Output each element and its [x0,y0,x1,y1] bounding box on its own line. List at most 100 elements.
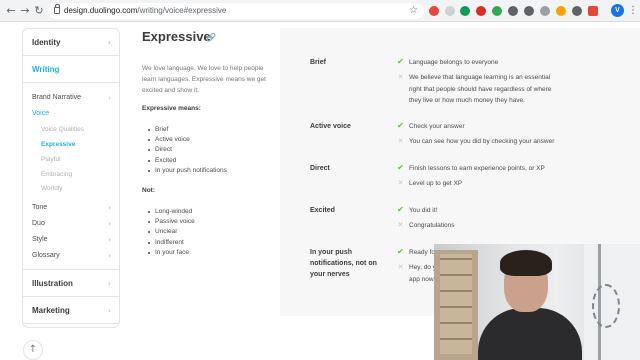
sidebar-section-label: Marketing [32,306,70,315]
extension-icon[interactable] [524,6,534,16]
sidebar-item-label: Tone [32,204,48,211]
example-text: Congratulations [409,222,455,229]
extension-icon[interactable] [429,6,439,16]
url-path: /writing/voice#expressive [137,6,227,15]
check-icon: ✔ [397,205,404,214]
list-item: Direct [148,145,227,155]
extension-icon[interactable] [572,6,582,16]
sidebar-item-brand-narrative[interactable]: Brand Narrative › [23,91,119,105]
extension-icon[interactable] [445,6,455,16]
sidebar-subitem-playful[interactable]: Playful [23,153,119,167]
means-list: Brief Active voice Direct Excited In you… [148,125,227,176]
sidebar-item-voice[interactable]: Voice [23,107,119,121]
sidebar-item-label: Voice [32,110,50,117]
list-item: Excited [148,156,227,166]
link-icon[interactable]: 🔗 [206,33,216,42]
list-item: In your face [148,248,195,258]
list-item: Passive voice [148,217,195,227]
sidebar-nav: Identity › Writing Brand Narrative › Voi… [22,28,120,328]
list-item: Indifferent [148,238,195,248]
sidebar-item-style[interactable]: Style › [23,233,119,247]
chevron-right-icon: › [108,204,111,212]
sidebar-item-label: Glossary [32,252,60,259]
webcam-person-hair [500,250,552,276]
sidebar-item-label: Duo [32,220,45,227]
browser-toolbar: ← → ↻ design.duolingo.com/writing/voice#… [0,0,640,22]
example-text: You did it! [409,207,438,214]
sidebar-item-tone[interactable]: Tone › [23,201,119,215]
sidebar-section-identity[interactable]: Identity › [23,29,119,56]
back-to-top-button[interactable]: ↑ [23,340,43,360]
back-button-icon[interactable]: ← [4,3,18,19]
page-title: Expressive [142,29,211,44]
extension-icon[interactable] [492,6,502,16]
chevron-right-icon: › [108,94,111,102]
sidebar-subitem-worldly[interactable]: Worldly [23,182,119,196]
example-text: Finish lessons to earn experience points… [409,165,545,172]
sidebar-subitem-label: Playful [41,156,61,163]
lock-icon [54,4,60,14]
extension-icon[interactable] [476,6,486,16]
check-icon: ✔ [397,163,404,172]
sidebar-subitem-label: Embracing [41,171,73,178]
example-text: Language belongs to everyone [409,59,499,66]
example-row-label: Excited [310,207,335,214]
example-row-label: Active voice [310,123,351,130]
sidebar-section-label: Writing [32,65,60,74]
cross-icon: ✕ [397,137,404,145]
browser-menu-icon[interactable]: ⋮ [628,3,638,19]
sidebar-subitem-label: Expressive [41,141,76,148]
webcam-overlay [434,244,640,360]
sidebar-subitem-expressive[interactable]: Expressive [23,138,119,152]
url-text: design.duolingo.com/writing/voice#expres… [64,3,226,19]
cross-icon: ✕ [397,179,404,187]
intro-paragraph: We love language. We love to help people… [142,65,266,94]
example-row-label: Direct [310,165,330,172]
webcam-window [434,250,478,360]
example-text: Check your answer [409,123,465,130]
chevron-right-icon: › [108,252,111,260]
profile-avatar[interactable]: V [611,4,624,17]
extension-icon[interactable] [540,6,550,16]
cross-icon: ✕ [397,73,404,81]
not-list: Long-winded Passive voice Unclear Indiff… [148,207,195,258]
sidebar-item-duo[interactable]: Duo › [23,217,119,231]
sidebar-item-glossary[interactable]: Glossary › [23,249,119,263]
means-heading: Expressive means: [142,105,201,112]
example-text: You can see how you did by checking your… [409,138,555,145]
sidebar-section-writing[interactable]: Writing [23,56,119,83]
sidebar-item-label: Style [32,236,48,243]
url-domain: design.duolingo.com [64,6,138,15]
sidebar-subitem-embracing[interactable]: Embracing [23,168,119,182]
list-item: Unclear [148,227,195,237]
reload-icon[interactable]: ↻ [32,3,46,19]
cross-icon: ✕ [397,221,404,229]
sidebar-subitem-label: Voice Qualities [41,126,84,133]
not-heading: Not: [142,187,155,194]
address-bar[interactable]: design.duolingo.com/writing/voice#expres… [48,3,424,19]
chevron-right-icon: › [107,279,111,288]
example-text: Level up to get XP [409,180,463,187]
check-icon: ✔ [397,247,404,256]
sidebar-subitem-label: Worldly [41,185,63,192]
chevron-right-icon: › [107,38,111,47]
puzzle-extensions-icon[interactable] [588,6,598,16]
sidebar-subitem-voice-qualities[interactable]: Voice Qualities [23,123,119,137]
chevron-right-icon: › [108,236,111,244]
cross-icon: ✕ [397,263,404,271]
extension-icon[interactable] [556,6,566,16]
extension-icon[interactable] [508,6,518,16]
extension-icon[interactable] [460,6,470,16]
forward-button-icon[interactable]: → [18,3,32,19]
sidebar-item-label: Brand Narrative [32,94,82,101]
example-text: Hey, do y app now. [409,264,436,283]
sidebar-section-label: Illustration [32,279,73,288]
list-item: Brief [148,125,227,135]
sidebar-section-illustration[interactable]: Illustration › [23,270,119,297]
list-item: Active voice [148,135,227,145]
list-item: In your push notifications [148,166,227,176]
bookmark-star-icon[interactable]: ☆ [409,3,418,19]
sidebar-section-marketing[interactable]: Marketing › [23,297,119,324]
check-icon: ✔ [397,57,404,66]
chevron-right-icon: › [107,306,111,315]
